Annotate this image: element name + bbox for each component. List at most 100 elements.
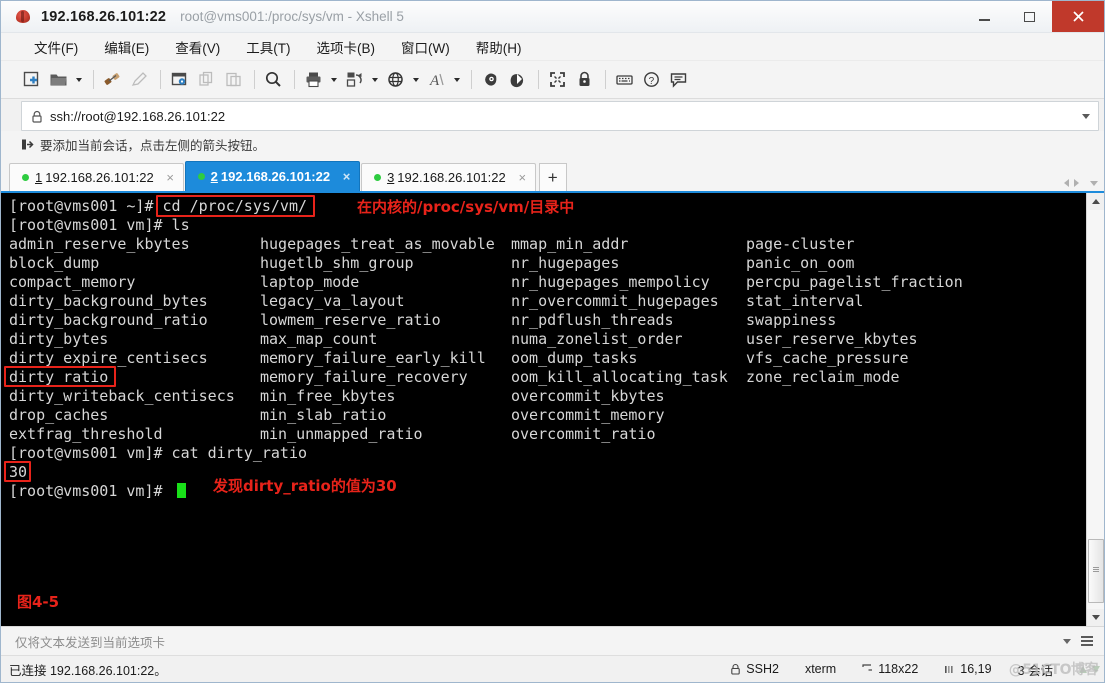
ls-entry: laptop_mode — [260, 273, 360, 291]
ls-entry: extfrag_threshold — [9, 425, 163, 443]
find-icon[interactable] — [261, 67, 286, 92]
address-input[interactable]: ssh://root@192.168.26.101:22 — [50, 109, 1098, 124]
ls-entry: lowmem_reserve_ratio — [260, 311, 441, 329]
keyboard-icon[interactable] — [612, 67, 637, 92]
chevron-down-icon[interactable] — [1058, 627, 1076, 655]
menu-window[interactable]: 窗口(W) — [390, 34, 461, 60]
minimize-button[interactable] — [962, 1, 1007, 32]
address-bar[interactable]: ssh://root@192.168.26.101:22 — [21, 101, 1099, 131]
terminal-cursor — [176, 483, 186, 498]
ls-entry: oom_dump_tasks — [511, 349, 638, 367]
annotation-dirty-ratio-value: 发现dirty_ratio的值为30 — [213, 477, 397, 495]
scroll-up-button[interactable] — [1087, 193, 1104, 210]
menu-file[interactable]: 文件(F) — [23, 34, 89, 60]
window-controls — [962, 1, 1104, 32]
tab-scroll-left-icon[interactable] — [1064, 179, 1069, 187]
status-protocol-label: SSH2 — [746, 662, 779, 676]
menu-help[interactable]: 帮助(H) — [465, 34, 533, 60]
terminal-line-cat-output: 30 — [9, 463, 28, 481]
maximize-button[interactable] — [1007, 1, 1052, 32]
terminal-line-final-prompt: [root@vms001 vm]# — [9, 482, 1086, 501]
transfer-file-icon[interactable] — [100, 67, 125, 92]
window-title-subtitle: root@vms001:/proc/sys/vm - Xshell 5 — [180, 9, 404, 24]
tab-status-dot-icon — [374, 174, 382, 181]
ls-entry: nr_hugepages_mempolicy — [511, 273, 710, 291]
properties-icon[interactable] — [167, 67, 192, 92]
ls-entry: oom_kill_allocating_task — [511, 368, 728, 386]
ls-output: admin_reserve_kbytes block_dump compact_me… — [9, 235, 1086, 444]
status-cursor-position: 16,19 — [944, 662, 992, 676]
hint-text: 要添加当前会话，点击左侧的箭头按钮。 — [40, 138, 266, 153]
open-folder-icon[interactable] — [46, 67, 71, 92]
chevron-down-icon[interactable] — [1082, 102, 1090, 130]
hamburger-icon[interactable] — [1076, 627, 1098, 655]
tab-session-2[interactable]: 2 192.168.26.101:22 × — [184, 161, 361, 191]
fullscreen-icon[interactable] — [545, 67, 570, 92]
send-text-input[interactable]: 仅将文本发送到当前选项卡 — [15, 632, 1058, 651]
ls-entry: stat_interval — [746, 292, 864, 310]
lock-icon — [730, 663, 741, 675]
print-icon[interactable] — [301, 67, 326, 92]
tab-session-1[interactable]: 1 192.168.26.101:22 × — [9, 163, 184, 191]
menu-tabs[interactable]: 选项卡(B) — [306, 34, 387, 60]
terminal-scrollbar[interactable] — [1086, 193, 1104, 626]
toolbar-separator-5 — [471, 70, 472, 89]
comment-icon[interactable] — [666, 67, 691, 92]
ls-entry: min_slab_ratio — [260, 406, 387, 424]
window-title-host: 192.168.26.101:22 — [41, 8, 167, 25]
globe-icon[interactable] — [383, 67, 408, 92]
ls-column-2: hugepages_treat_as_movable hugetlb_shm_gr… — [260, 235, 511, 444]
ls-entry: nr_overcommit_hugepages — [511, 292, 719, 310]
tab-bar: 1 192.168.26.101:22 × 2 192.168.26.101:2… — [1, 157, 1104, 191]
tab-close-icon[interactable]: × — [164, 170, 177, 185]
arrow-add-icon — [21, 138, 34, 151]
tab-close-icon[interactable]: × — [516, 170, 529, 185]
tab-list-dropdown-icon[interactable] — [1090, 180, 1098, 186]
ls-entry: drop_caches — [9, 406, 109, 424]
terminal-output[interactable]: [root@vms001 ~]# cd /proc/sys/vm/ [root@… — [1, 193, 1086, 626]
title-bar: 192.168.26.101:22 root@vms001:/proc/sys/… — [1, 1, 1104, 33]
scroll-down-button[interactable] — [1087, 609, 1104, 626]
ls-entry: hugetlb_shm_group — [260, 254, 414, 272]
sftp-icon[interactable] — [478, 67, 503, 92]
status-cursor-label: 16,19 — [960, 662, 992, 676]
print-dropdown-icon[interactable] — [328, 67, 339, 92]
ls-entry: panic_on_oom — [746, 254, 855, 272]
menu-edit[interactable]: 编辑(E) — [93, 34, 160, 60]
font-icon[interactable]: A — [424, 67, 449, 92]
new-tab-button[interactable]: + — [538, 163, 567, 191]
ls-entry: compact_memory — [9, 273, 136, 291]
help-icon[interactable]: ? — [639, 67, 664, 92]
toolbar-separator — [93, 70, 94, 89]
ls-entry: numa_zonelist_order — [511, 330, 683, 348]
scrollbar-track[interactable] — [1087, 210, 1104, 609]
lock-icon[interactable] — [572, 67, 597, 92]
tab-number: 2 — [210, 169, 218, 184]
tab-session-3[interactable]: 3 192.168.26.101:22 × — [361, 163, 536, 191]
font-dropdown-icon[interactable] — [451, 67, 462, 92]
tab-scroll-right-icon[interactable] — [1074, 179, 1079, 187]
ls-column-4: page-cluster panic_on_oom percpu_pagelist_… — [746, 235, 963, 444]
close-button[interactable] — [1052, 1, 1104, 32]
ls-entry: hugepages_treat_as_movable — [260, 235, 495, 253]
ls-entry: percpu_pagelist_fraction — [746, 273, 963, 291]
globe-dropdown-icon[interactable] — [410, 67, 421, 92]
toolbar-separator-7 — [605, 70, 606, 89]
ls-entry: min_unmapped_ratio — [260, 425, 423, 443]
menu-tools[interactable]: 工具(T) — [235, 34, 301, 60]
ls-entry: swappiness — [746, 311, 837, 329]
new-session-icon[interactable] — [19, 67, 44, 92]
ls-entry: overcommit_ratio — [511, 425, 656, 443]
scrollbar-thumb[interactable] — [1088, 539, 1104, 603]
log-dropdown-icon[interactable] — [369, 67, 380, 92]
ls-entry: admin_reserve_kbytes — [9, 235, 190, 253]
tunnel-icon[interactable] — [505, 67, 530, 92]
ls-entry: memory_failure_recovery — [260, 368, 468, 386]
menu-view[interactable]: 查看(V) — [164, 34, 231, 60]
ls-entry: zone_reclaim_mode — [746, 368, 900, 386]
log-icon[interactable] — [342, 67, 367, 92]
ls-column-3: mmap_min_addr nr_hugepages nr_hugepages_me… — [511, 235, 746, 444]
open-folder-dropdown-icon[interactable] — [73, 67, 84, 92]
tab-close-icon[interactable]: × — [340, 169, 353, 184]
hint-bar: 要添加当前会话，点击左侧的箭头按钮。 — [1, 131, 1104, 157]
